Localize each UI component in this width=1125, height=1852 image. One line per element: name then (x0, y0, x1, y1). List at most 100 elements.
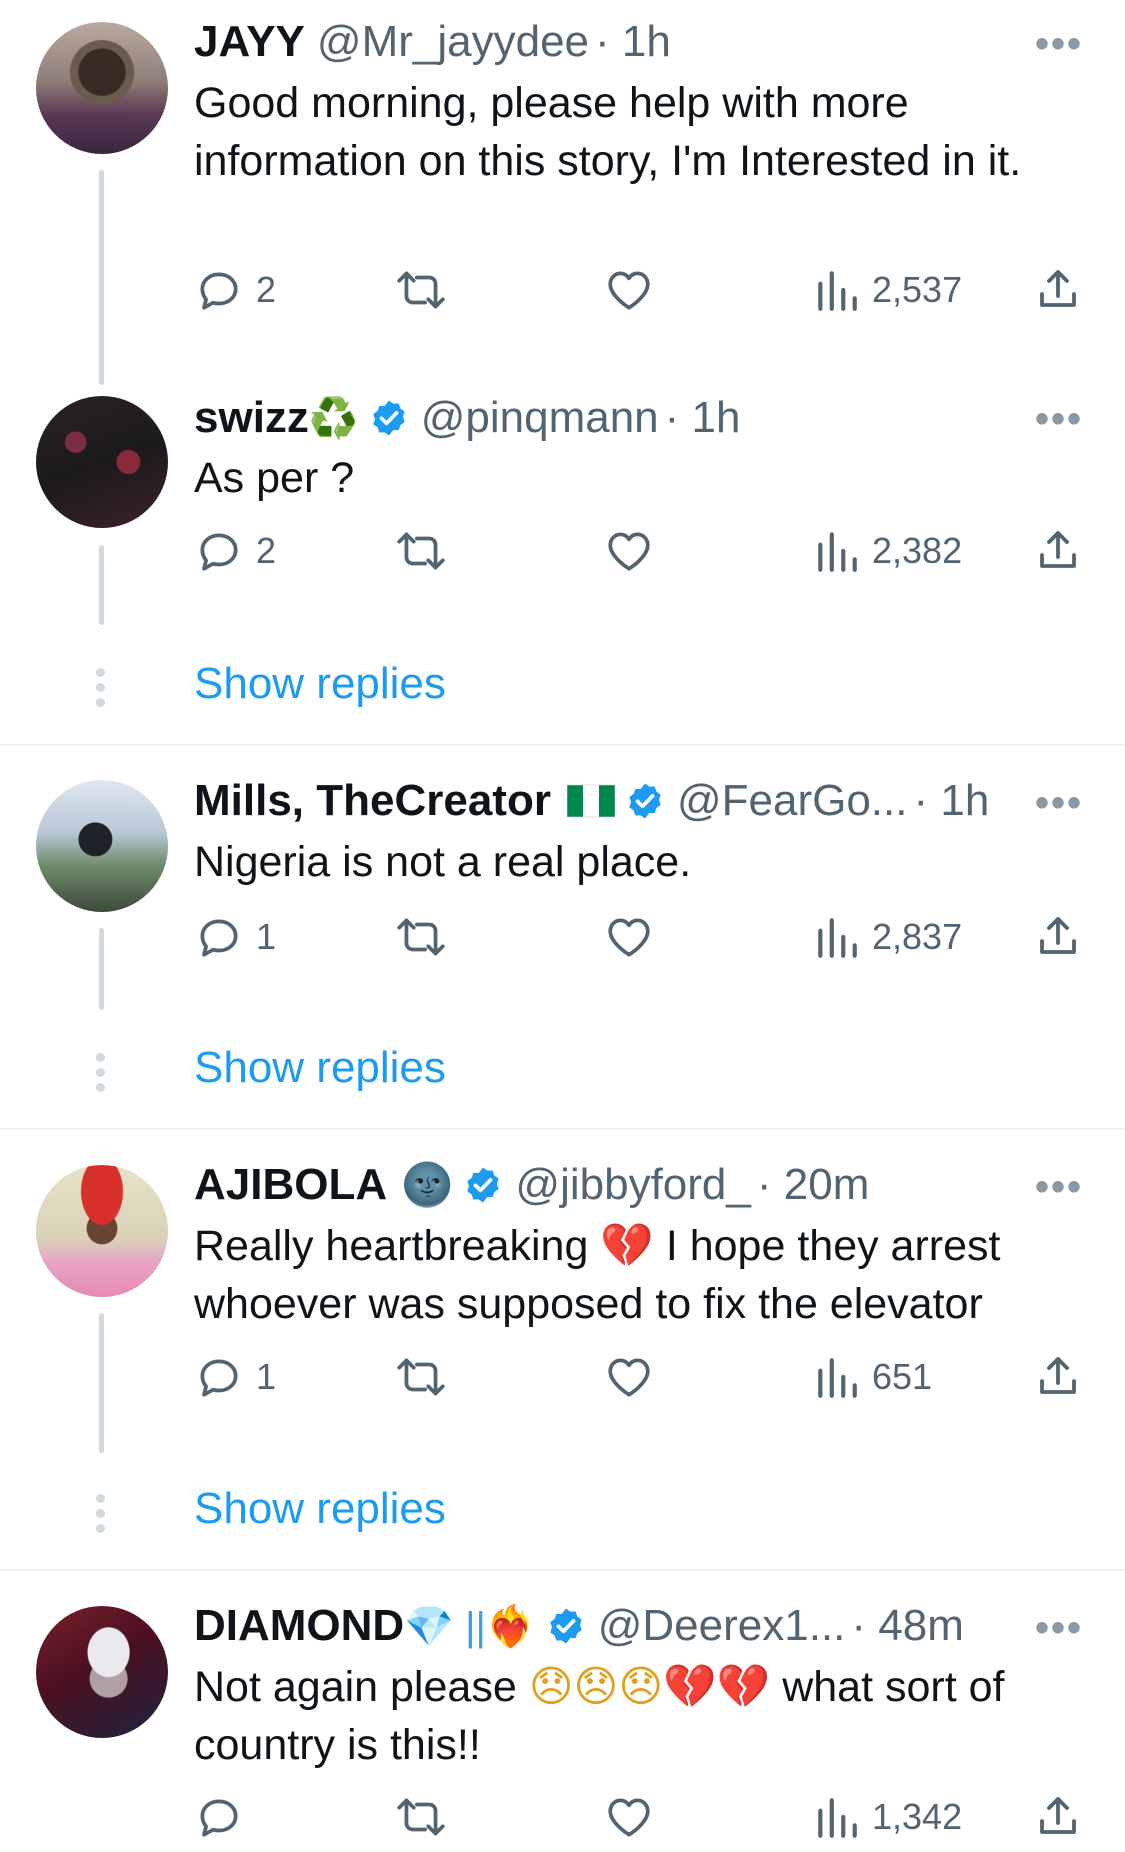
tweet-text: Good morning, please help with more info… (194, 79, 1022, 185)
views-button[interactable]: 651 (814, 1352, 932, 1402)
recycle-emoji: ♻️ (308, 396, 359, 441)
thread-dots (96, 668, 106, 713)
avatar[interactable] (36, 396, 168, 528)
views-count: 2,382 (872, 530, 963, 571)
handle[interactable]: @pinqmann (421, 393, 659, 443)
share-button[interactable] (1034, 265, 1082, 315)
more-icon[interactable]: ••• (1035, 22, 1083, 67)
tweet-header: Mills, TheCreator @FearGo... · 1h (194, 773, 1085, 829)
retweet-icon (397, 1798, 445, 1836)
action-bar: 2 2,382 (194, 526, 1084, 586)
reply-button[interactable]: 2 (194, 265, 276, 315)
views-icon (818, 271, 857, 311)
tweet-text: Really heartbreaking 💔 I hope they arres… (194, 1217, 1084, 1333)
handle[interactable]: @FearGo... (677, 776, 908, 826)
views-button[interactable]: 1,342 (814, 1792, 962, 1842)
retweet-button[interactable] (394, 265, 448, 315)
thread-line (99, 928, 104, 1010)
views-icon (818, 918, 857, 958)
divider (0, 744, 1125, 746)
views-count: 1,342 (872, 1796, 963, 1837)
handle[interactable]: @Mr_jayydee (317, 17, 589, 67)
share-button[interactable] (1034, 912, 1082, 962)
action-bar: 2 2,537 (194, 265, 1084, 325)
handle[interactable]: @Deerex1... (598, 1601, 846, 1651)
views-count: 2,537 (872, 269, 963, 310)
display-name[interactable]: swizz (194, 393, 309, 443)
share-button[interactable] (1034, 526, 1082, 576)
tweet-header: AJIBOLA 🌚 @jibbyford_ · 20m (194, 1157, 1085, 1213)
share-button[interactable] (1034, 1352, 1082, 1402)
nigeria-flag-icon (566, 784, 615, 818)
verified-badge-icon (467, 1167, 500, 1203)
more-icon[interactable]: ••• (1035, 397, 1083, 442)
display-name[interactable]: JAYY (194, 17, 305, 67)
retweet-icon (397, 532, 445, 570)
like-icon (608, 271, 650, 310)
display-name[interactable]: Mills, TheCreator (194, 776, 551, 826)
retweet-button[interactable] (394, 912, 448, 962)
reply-button[interactable]: 1 (194, 1352, 276, 1402)
diamond-heart-emoji: 💎 ||❤️‍🔥 (404, 1604, 536, 1649)
views-button[interactable]: 2,837 (814, 912, 962, 962)
reply-icon (200, 533, 238, 571)
verified-badge-icon (373, 400, 405, 436)
reply-button[interactable] (194, 1792, 256, 1842)
like-icon (608, 918, 650, 957)
retweet-button[interactable] (394, 1792, 448, 1842)
sad-face-emoji: 😞😞😞💔💔 (528, 1663, 771, 1711)
display-name[interactable]: AJIBOLA (194, 1160, 387, 1210)
retweet-button[interactable] (394, 1352, 448, 1402)
reply-button[interactable]: 1 (194, 912, 276, 962)
share-button[interactable] (1034, 1792, 1082, 1842)
show-replies-link[interactable]: Show replies (194, 659, 446, 709)
retweet-button[interactable] (394, 526, 448, 576)
retweet-icon (397, 1358, 445, 1396)
avatar[interactable] (36, 22, 168, 154)
action-bar: 1 2,837 (194, 912, 1084, 972)
timestamp[interactable]: · 20m (757, 1160, 869, 1210)
views-icon (818, 1798, 857, 1838)
avatar[interactable] (36, 780, 168, 912)
avatar[interactable] (36, 1165, 168, 1297)
more-icon[interactable]: ••• (1035, 1606, 1083, 1651)
more-icon[interactable]: ••• (1035, 1165, 1083, 1210)
share-icon (1040, 270, 1076, 307)
display-name[interactable]: DIAMOND (194, 1601, 404, 1651)
like-icon (608, 1358, 650, 1397)
more-icon[interactable]: ••• (1035, 781, 1083, 826)
timestamp[interactable]: · 48m (851, 1601, 963, 1651)
tweet-header: DIAMOND 💎 ||❤️‍🔥 @Deerex1... · 48m (194, 1598, 1085, 1654)
like-button[interactable] (604, 1792, 654, 1842)
views-icon (818, 532, 857, 572)
like-button[interactable] (604, 912, 654, 962)
timestamp[interactable]: · 1h (595, 17, 671, 67)
handle[interactable]: @jibbyford_ (515, 1160, 750, 1210)
action-bar: 1 651 (194, 1352, 1084, 1412)
timestamp[interactable]: · 1h (665, 393, 741, 443)
divider (0, 1569, 1125, 1571)
timestamp[interactable]: · 1h (913, 776, 989, 826)
like-button[interactable] (604, 265, 654, 315)
reply-button[interactable]: 2 (194, 526, 276, 576)
moon-emoji: 🌚 (401, 1160, 454, 1208)
avatar[interactable] (36, 1606, 168, 1738)
show-replies-link[interactable]: Show replies (194, 1043, 446, 1093)
like-button[interactable] (604, 526, 654, 576)
retweet-icon (397, 918, 445, 956)
share-icon (1040, 1797, 1076, 1834)
tweet-text: As per ? (194, 454, 355, 502)
views-count: 651 (872, 1356, 933, 1397)
verified-badge-icon (550, 1608, 582, 1644)
reply-icon (200, 1359, 238, 1397)
like-button[interactable] (604, 1352, 654, 1402)
views-button[interactable]: 2,537 (814, 265, 962, 315)
thread-line (99, 170, 104, 385)
views-button[interactable]: 2,382 (814, 526, 962, 576)
tweet-header: swizz ♻️ @pinqmann · 1h (194, 390, 1085, 446)
reply-count: 2 (256, 530, 277, 571)
reply-count: 1 (256, 916, 277, 957)
reply-icon (200, 272, 238, 310)
show-replies-link[interactable]: Show replies (194, 1484, 446, 1534)
reply-count: 1 (256, 1356, 277, 1397)
